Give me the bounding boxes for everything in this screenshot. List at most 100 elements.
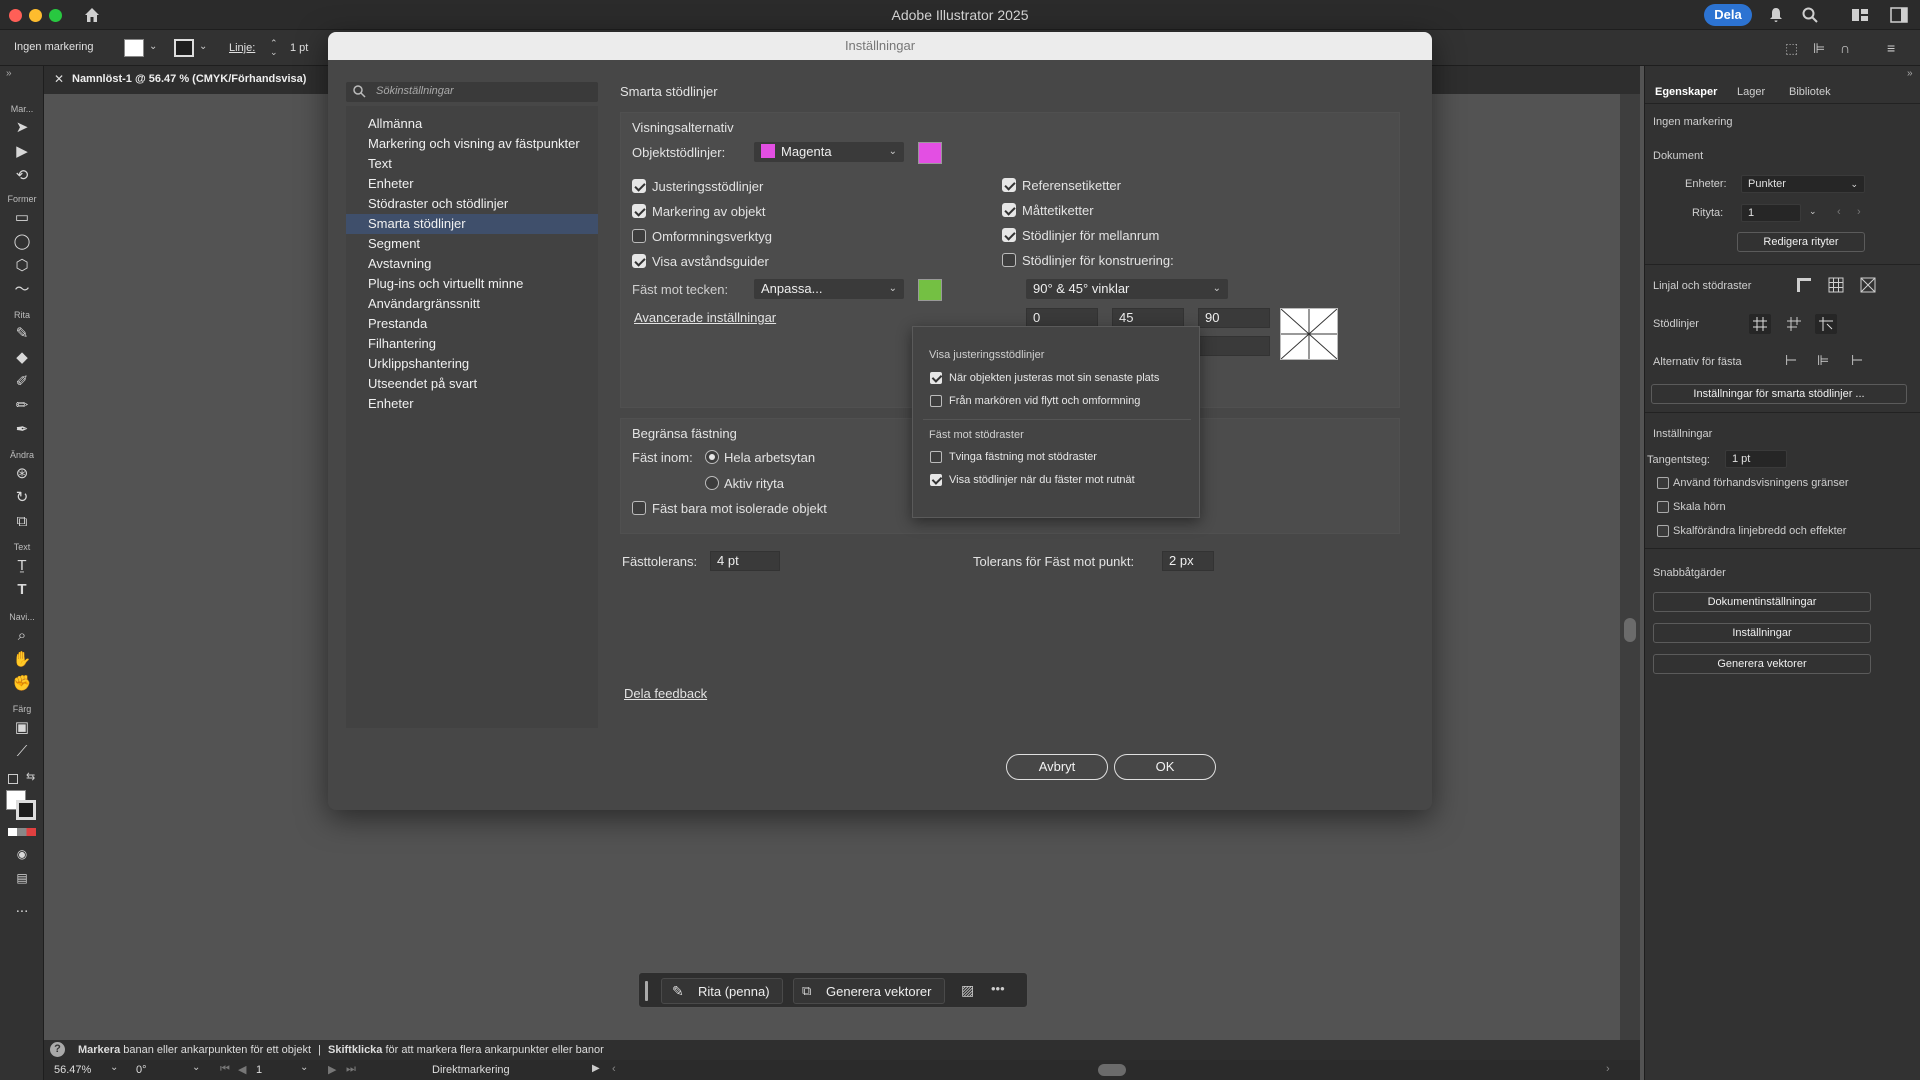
hand-tool-icon[interactable]: ✋ <box>10 650 34 670</box>
angle-1-input[interactable]: 0 <box>1026 308 1098 328</box>
angle-3-input[interactable]: 90 <box>1198 308 1270 328</box>
color-mode-icon[interactable] <box>8 828 36 836</box>
preferences-search[interactable]: Sökinställningar <box>346 82 598 102</box>
lock-guides-icon[interactable] <box>1783 314 1805 334</box>
screen-mode-icon[interactable]: ▤ <box>10 868 34 888</box>
construction-angles-select[interactable]: 90° & 45° vinklar ⌄ <box>1026 279 1228 299</box>
lasso-tool-icon[interactable]: ⟲ <box>10 166 34 186</box>
panel-toggle-icon[interactable] <box>1890 7 1908 23</box>
point-tolerance-input[interactable]: 2 px <box>1162 551 1214 571</box>
rectangle-tool-icon[interactable]: ▭ <box>10 208 34 228</box>
draw-mode-icon[interactable]: ◉ <box>10 844 34 864</box>
direct-selection-tool-icon[interactable]: ▶ <box>10 142 34 162</box>
object-highlighting-checkbox[interactable] <box>632 204 646 218</box>
image-options-icon[interactable]: ▨ <box>961 982 974 999</box>
nav-user-interface[interactable]: Användargränssnitt <box>346 294 598 314</box>
scroll-left-icon[interactable]: ‹ <box>612 1063 616 1075</box>
document-settings-button[interactable]: Dokumentinställningar <box>1653 592 1871 612</box>
show-guides-snap-grid-checkbox[interactable] <box>930 474 942 486</box>
keyboard-increment-input[interactable]: 1 pt <box>1725 450 1787 468</box>
nav-smart-guides[interactable]: Smarta stödlinjer <box>346 214 598 234</box>
previous-artboard-icon[interactable]: ◀ <box>238 1063 246 1076</box>
gradient-tool-icon[interactable]: ▣ <box>10 718 34 738</box>
active-artboard-radio[interactable] <box>705 476 719 490</box>
angle-6-input[interactable] <box>1198 336 1270 356</box>
nav-units[interactable]: Enheter <box>346 174 598 194</box>
rotate-tool-icon[interactable]: ↻ <box>10 488 34 508</box>
generate-vectors-button[interactable]: Generera vektorer <box>1653 654 1871 674</box>
more-options-icon[interactable]: ••• <box>991 981 1005 996</box>
zoom-tool-icon[interactable]: ⌕ <box>10 626 34 646</box>
type-tool-icon[interactable]: T <box>10 580 34 600</box>
units-select[interactable]: Punkter ⌄ <box>1741 175 1865 193</box>
preferences-button[interactable]: Inställningar <box>1653 623 1871 643</box>
equal-spacing-guides-checkbox[interactable] <box>1002 228 1016 242</box>
nav-slices[interactable]: Segment <box>346 234 598 254</box>
tab-layers[interactable]: Lager <box>1737 86 1765 98</box>
search-icon[interactable] <box>1801 6 1819 24</box>
show-guides-icon[interactable] <box>1749 314 1771 334</box>
tool-menu-arrow-icon[interactable]: ▶ <box>592 1063 600 1074</box>
object-guides-color-swatch[interactable] <box>918 142 942 164</box>
share-button[interactable]: Dela <box>1704 4 1752 26</box>
ellipse-tool-icon[interactable]: ◯ <box>10 232 34 252</box>
chevron-down-icon[interactable]: ⌄ <box>110 1062 118 1073</box>
brush-tool-icon[interactable]: ✐ <box>10 372 34 392</box>
first-artboard-icon[interactable]: ⏮ <box>220 1063 230 1076</box>
smart-guides-settings-button[interactable]: Inställningar för smarta stödlinjer ... <box>1651 384 1907 404</box>
nav-performance[interactable]: Prestanda <box>346 314 598 334</box>
type-on-path-tool-icon[interactable]: Ṯ <box>10 556 34 576</box>
ok-button[interactable]: OK <box>1114 754 1216 780</box>
close-tab-icon[interactable]: ✕ <box>54 72 64 86</box>
nav-appearance-black[interactable]: Utseendet på svart <box>346 374 598 394</box>
transform-tools-checkbox[interactable] <box>632 229 646 243</box>
entire-canvas-radio[interactable] <box>705 450 719 464</box>
perspective-grid-icon[interactable] <box>1859 276 1877 294</box>
stepper-icon[interactable]: ⌃ ⌄ <box>270 39 278 57</box>
shaper-tool-icon[interactable]: 〜 <box>10 280 34 300</box>
rotation-value[interactable]: 0° <box>136 1064 147 1076</box>
stroke-color-swatch[interactable] <box>16 800 36 820</box>
align-icon[interactable]: ⬚ <box>1785 40 1798 57</box>
next-artboard-icon[interactable]: ▶ <box>328 1063 336 1076</box>
chevron-down-icon[interactable]: ⌄ <box>149 41 157 52</box>
scale-strokes-checkbox[interactable] <box>1657 525 1669 537</box>
spacing-guides-checkbox[interactable] <box>632 254 646 268</box>
eyedropper-tool-icon[interactable]: ⟋ <box>10 742 34 762</box>
distribute-icon[interactable]: ⊫ <box>1813 40 1825 57</box>
chevron-down-icon[interactable]: ⌄ <box>199 41 207 52</box>
pen-tool-icon[interactable]: ✒ <box>10 420 34 440</box>
workspace-icon[interactable] <box>1851 8 1869 22</box>
warp-tool-icon[interactable]: ⊛ <box>10 464 34 484</box>
rotate-view-tool-icon[interactable]: ✊ <box>10 674 34 694</box>
scroll-thumb[interactable] <box>1624 618 1636 642</box>
nav-selection-anchor-display[interactable]: Markering och visning av fästpunkter <box>346 134 598 154</box>
snap-to-point-icon[interactable]: ⊢ <box>1785 352 1803 370</box>
zoom-level[interactable]: 56.47% <box>54 1064 91 1076</box>
snap-to-glyph-icon[interactable]: ⊢ <box>1851 352 1869 370</box>
previous-artboard-icon[interactable]: ‹ <box>1837 206 1841 218</box>
cancel-button[interactable]: Avbryt <box>1006 754 1108 780</box>
stroke-swatch[interactable] <box>174 39 194 57</box>
bell-icon[interactable] <box>1767 6 1785 24</box>
chevron-down-icon[interactable]: ⌄ <box>192 1062 200 1073</box>
snap-to-glyph-color-swatch[interactable] <box>918 279 942 301</box>
nav-hyphenation[interactable]: Avstavning <box>346 254 598 274</box>
scale-corners-checkbox[interactable] <box>1657 501 1669 513</box>
polygon-tool-icon[interactable]: ⬡ <box>10 256 34 276</box>
chevron-down-icon[interactable]: ⌄ <box>1809 206 1817 217</box>
last-artboard-icon[interactable]: ⏭ <box>346 1063 356 1076</box>
pencil-tool-icon[interactable]: ✎ <box>10 324 34 344</box>
measurement-labels-checkbox[interactable] <box>1002 203 1016 217</box>
advanced-settings-link[interactable]: Avancerade inställningar <box>634 310 776 325</box>
smart-guides-icon[interactable] <box>1815 314 1837 334</box>
eraser-tool-icon[interactable]: ◆ <box>10 348 34 368</box>
collapse-icon[interactable]: » <box>1907 68 1913 79</box>
nav-units-2[interactable]: Enheter <box>346 394 598 414</box>
draw-pencil-button[interactable]: ✎ Rita (penna) <box>661 978 783 1004</box>
shape-builder-tool-icon[interactable]: ⧉ <box>10 512 34 532</box>
force-snap-grid-checkbox[interactable] <box>930 451 942 463</box>
default-colors-icon[interactable] <box>8 774 18 784</box>
nav-plugins-scratch[interactable]: Plug-ins och virtuellt minne <box>346 274 598 294</box>
vertical-scrollbar[interactable] <box>1620 94 1640 1040</box>
